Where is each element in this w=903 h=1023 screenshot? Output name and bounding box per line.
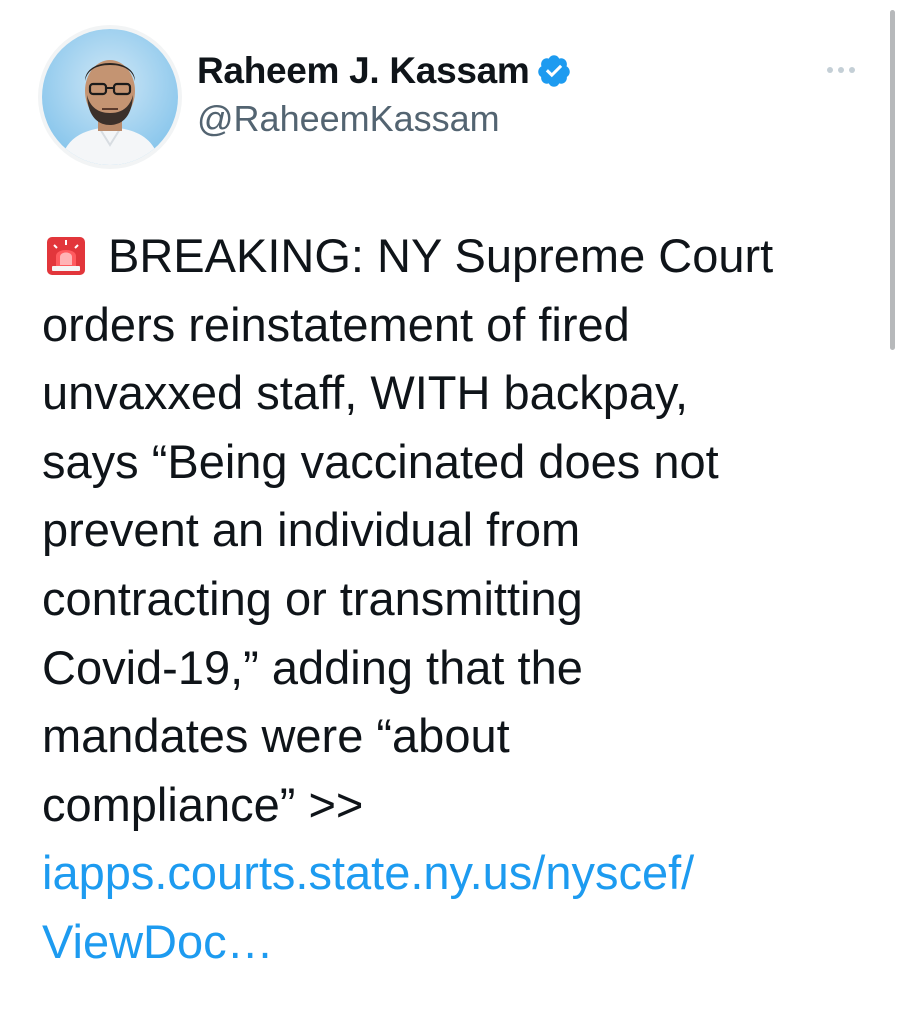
tweet-line: unvaxxed staff, WITH backpay, bbox=[42, 366, 689, 420]
avatar[interactable] bbox=[42, 29, 178, 165]
police-car-light-icon bbox=[46, 226, 86, 275]
profile-photo-icon bbox=[42, 29, 178, 165]
author-handle[interactable]: @RaheemKassam bbox=[197, 98, 500, 140]
tweet-line: mandates were “about bbox=[42, 709, 510, 763]
tweet-line: Covid-19,” adding that the bbox=[42, 640, 583, 694]
author-display-name[interactable]: Raheem J. Kassam bbox=[197, 50, 530, 92]
tweet-line: prevent an individual from bbox=[42, 503, 581, 557]
tweet-line-text: BREAKING: NY Supreme Court bbox=[108, 229, 774, 282]
tweet-link-line[interactable]: iapps.courts.state.ny.us/nyscef/ bbox=[42, 839, 872, 908]
tweet-line: contracting or transmitting bbox=[42, 571, 583, 625]
tweet-line: says “Being vaccinated does not bbox=[42, 434, 719, 488]
more-options-icon[interactable] bbox=[822, 58, 862, 82]
tweet-line: orders reinstatement of fired bbox=[42, 297, 630, 351]
tweet-line: compliance” >> bbox=[42, 777, 364, 831]
tweet-line: BREAKING: NY Supreme Court bbox=[42, 222, 872, 291]
verified-badge-icon bbox=[536, 53, 572, 89]
author-name-row[interactable]: Raheem J. Kassam bbox=[197, 46, 572, 96]
tweet-link-line[interactable]: ViewDoc… bbox=[42, 908, 872, 977]
tweet-text: BREAKING: NY Supreme Court orders reinst… bbox=[42, 222, 872, 977]
tweet: Raheem J. Kassam @RaheemKassam BREAKING:… bbox=[0, 0, 903, 1023]
scrollbar[interactable] bbox=[890, 10, 895, 350]
